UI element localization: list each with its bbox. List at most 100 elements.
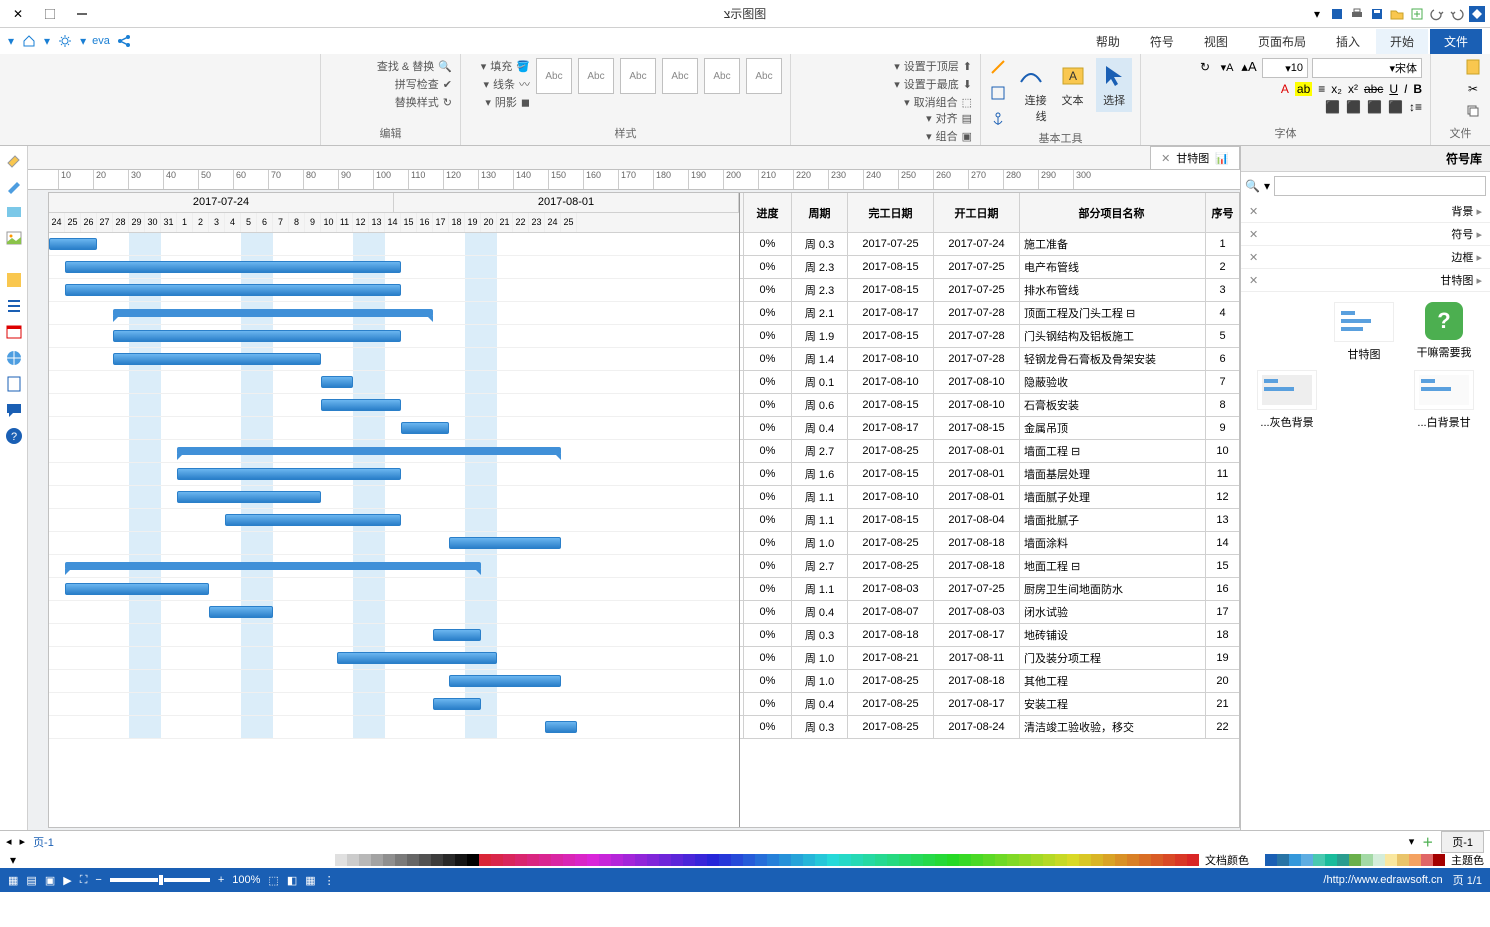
color-swatch[interactable]	[755, 854, 767, 866]
table-row[interactable]: 12 墙面腻子处理 2017-08-01 2017-08-10 1.1 周 0%	[740, 486, 1239, 509]
color-swatch[interactable]	[995, 854, 1007, 866]
library-category[interactable]: ▸ 符号✕	[1241, 223, 1490, 246]
view-mode-icon[interactable]: ▤	[26, 874, 36, 887]
gantt-bar-row[interactable]	[49, 256, 739, 279]
color-swatch[interactable]	[431, 854, 443, 866]
close-icon[interactable]: ✕	[4, 3, 32, 25]
gantt-bar[interactable]	[401, 422, 449, 434]
color-swatch[interactable]	[923, 854, 935, 866]
color-swatch[interactable]	[827, 854, 839, 866]
color-swatch[interactable]	[515, 854, 527, 866]
font-name-combo[interactable]: 宋体 ▾	[1312, 58, 1422, 78]
color-swatch[interactable]	[1397, 854, 1409, 866]
color-swatch[interactable]	[839, 854, 851, 866]
table-row[interactable]: 21 安装工程 2017-08-17 2017-08-25 0.4 周 0%	[740, 693, 1239, 716]
color-swatch[interactable]	[635, 854, 647, 866]
table-row[interactable]: 2 电产布管线 2017-07-25 2017-08-15 2.3 周 0%	[740, 256, 1239, 279]
color-swatch[interactable]	[1421, 854, 1433, 866]
shadow-btn[interactable]: ◼阴影 ▾	[481, 94, 530, 110]
zoom-slider[interactable]	[110, 878, 210, 882]
table-row[interactable]: 3 排水布管线 2017-07-25 2017-08-15 2.3 周 0%	[740, 279, 1239, 302]
gantt-bar[interactable]	[113, 309, 433, 317]
gantt-bar[interactable]	[225, 514, 401, 526]
table-row[interactable]: 9 金属吊顶 2017-08-15 2017-08-17 0.4 周 0%	[740, 417, 1239, 440]
table-row[interactable]: 8 石膏板安装 2017-08-10 2017-08-15 0.6 周 0%	[740, 394, 1239, 417]
gantt-bar[interactable]	[177, 491, 321, 503]
table-row[interactable]: 13 墙面批腻子 2017-08-04 2017-08-15 1.1 周 0%	[740, 509, 1239, 532]
dropdown-icon-3[interactable]: ▾	[8, 34, 14, 48]
redo-icon[interactable]	[1428, 5, 1446, 23]
color-swatch[interactable]	[863, 854, 875, 866]
align-center-icon[interactable]: ⬛	[1367, 100, 1382, 114]
color-swatch[interactable]	[815, 854, 827, 866]
table-row[interactable]: 4 ⊟ 顶面工程及门头工程 2017-07-28 2017-08-17 2.1 …	[740, 302, 1239, 325]
page-sub-tab[interactable]: 页-1	[33, 834, 54, 850]
color-swatch[interactable]	[1163, 854, 1175, 866]
tab-start[interactable]: 开始	[1376, 29, 1428, 54]
tab-file[interactable]: 文件	[1430, 29, 1482, 54]
tab-insert[interactable]: 插入	[1322, 29, 1374, 54]
gantt-bar[interactable]	[337, 652, 497, 664]
gantt-bar[interactable]	[113, 330, 401, 342]
color-swatch[interactable]	[803, 854, 815, 866]
gantt-bar-row[interactable]	[49, 302, 739, 325]
color-swatch[interactable]	[599, 854, 611, 866]
connector-tool[interactable]: 连接线	[1013, 58, 1049, 128]
table-row[interactable]: 15 ⊟ 地面工程 2017-08-18 2017-08-25 2.7 周 0%	[740, 555, 1239, 578]
fill-btn[interactable]: 🪣填充 ▾	[481, 58, 530, 74]
color-swatch[interactable]	[1079, 854, 1091, 866]
cut-icon[interactable]: ✂	[1464, 80, 1482, 98]
color-swatch[interactable]	[959, 854, 971, 866]
text-tool[interactable]: A 文本	[1055, 58, 1091, 112]
lib-thumb[interactable]: 白背景甘...	[1408, 370, 1480, 430]
gantt-bar[interactable]	[177, 447, 561, 455]
tool-highlighter-icon[interactable]	[4, 176, 24, 196]
color-swatch[interactable]	[575, 854, 587, 866]
gantt-bar-row[interactable]	[49, 509, 739, 532]
tool-note-icon[interactable]	[4, 374, 24, 394]
gantt-bar[interactable]	[177, 468, 401, 480]
table-row[interactable]: 18 地砖铺设 2017-08-17 2017-08-18 0.3 周 0%	[740, 624, 1239, 647]
status-extra-icon[interactable]: ▦	[305, 874, 315, 887]
color-swatch[interactable]	[707, 854, 719, 866]
gantt-bar[interactable]	[545, 721, 577, 733]
page-dropdown-icon[interactable]: ▾	[1409, 835, 1415, 848]
library-search-input[interactable]	[1274, 176, 1486, 196]
library-category[interactable]: ▸ 甘特图✕	[1241, 269, 1490, 292]
undo-icon[interactable]	[1448, 5, 1466, 23]
grow-font-icon[interactable]: A▴	[1240, 58, 1258, 76]
color-swatch[interactable]	[539, 854, 551, 866]
curve-text-icon[interactable]: ↻	[1196, 58, 1214, 76]
gantt-bar-row[interactable]	[49, 463, 739, 486]
font-color-icon[interactable]: A	[1281, 82, 1289, 96]
gantt-bar-row[interactable]	[49, 624, 739, 647]
tool-calendar-icon[interactable]	[4, 322, 24, 342]
gantt-bar-row[interactable]	[49, 647, 739, 670]
color-dropdown-icon[interactable]: ▾	[6, 853, 20, 867]
gantt-bar[interactable]	[65, 284, 401, 296]
color-swatch[interactable]	[587, 854, 599, 866]
strike-icon[interactable]: abc	[1364, 82, 1383, 96]
zoom-value[interactable]: 100%	[232, 874, 260, 886]
color-swatch[interactable]	[395, 854, 407, 866]
style-swatch[interactable]: Abc	[746, 58, 782, 94]
export-icon[interactable]	[1328, 5, 1346, 23]
gantt-bar-row[interactable]	[49, 601, 739, 624]
gantt-bar-row[interactable]	[49, 371, 739, 394]
close-icon[interactable]: ✕	[1161, 152, 1170, 165]
arrange-group[interactable]: ▣组合 ▾	[926, 128, 972, 144]
line-btn[interactable]: 〰线条 ▾	[481, 76, 530, 92]
color-swatch[interactable]	[911, 854, 923, 866]
view-mode-icon[interactable]: ▣	[45, 874, 55, 887]
font-size-combo[interactable]: 10 ▾	[1262, 58, 1308, 78]
subscript-icon[interactable]: x₂	[1331, 82, 1342, 96]
gantt-bar[interactable]	[449, 537, 561, 549]
tool-comment-icon[interactable]	[4, 400, 24, 420]
gantt-bar-row[interactable]	[49, 348, 739, 371]
color-swatch[interactable]	[467, 854, 479, 866]
add-page-icon[interactable]: ＋	[1422, 834, 1433, 850]
color-swatch[interactable]	[335, 854, 347, 866]
color-swatch[interactable]	[647, 854, 659, 866]
color-swatch[interactable]	[671, 854, 683, 866]
library-category[interactable]: ▸ 边框✕	[1241, 246, 1490, 269]
